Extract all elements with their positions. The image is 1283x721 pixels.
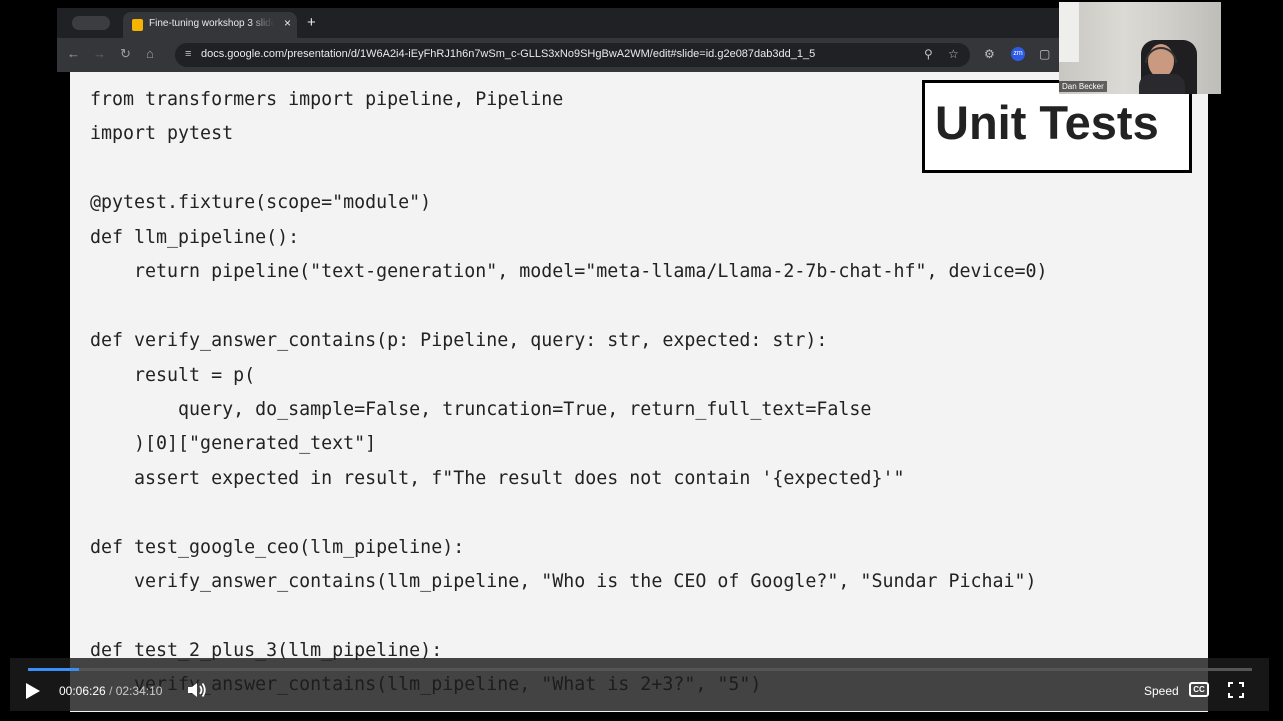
zoom-extension-icon[interactable]: zm [1011, 47, 1025, 61]
speed-button[interactable]: Speed [1144, 684, 1179, 698]
site-info-icon[interactable]: ≡ [185, 48, 191, 60]
code-block: from transformers import pipeline, Pipel… [90, 83, 1048, 703]
play-icon[interactable] [26, 683, 40, 699]
puzzle-icon[interactable]: ▢ [1039, 46, 1050, 62]
code-line: assert expected in result, f"The result … [90, 467, 905, 489]
code-line: verify_answer_contains(llm_pipeline, "Wh… [90, 571, 1037, 593]
browser-window: Fine-tuning workshop 3 slides × + ← → ↻ … [57, 8, 1060, 72]
reload-icon[interactable]: ↻ [120, 46, 131, 62]
zoom-icon[interactable]: ⚲ [924, 47, 933, 61]
webcam-name-label: Dan Becker [1059, 81, 1107, 92]
tab-close-icon[interactable]: × [284, 16, 291, 30]
code-line: query, do_sample=False, truncation=True,… [90, 398, 872, 420]
current-time: 00:06:26 [59, 684, 106, 698]
address-bar[interactable]: ≡ docs.google.com/presentation/d/1W6A2i4… [175, 43, 970, 67]
progress-bar[interactable] [28, 668, 1252, 671]
home-icon[interactable]: ⌂ [146, 46, 154, 62]
closed-captions-icon[interactable]: CC [1189, 682, 1209, 697]
slide-title: Unit Tests [935, 96, 1159, 149]
pinned-tab[interactable] [72, 16, 110, 30]
webcam-overlay: Dan Becker [1059, 2, 1221, 94]
forward-icon[interactable]: → [93, 46, 106, 62]
slides-favicon-icon [132, 19, 143, 31]
volume-icon[interactable] [186, 680, 208, 700]
back-icon[interactable]: ← [67, 46, 80, 62]
code-line: from transformers import pipeline, Pipel… [90, 89, 564, 110]
fullscreen-icon[interactable] [1228, 682, 1244, 698]
webcam-background [1059, 2, 1079, 62]
url-text[interactable]: docs.google.com/presentation/d/1W6A2i4-i… [201, 48, 815, 60]
slide-canvas: from transformers import pipeline, Pipel… [70, 72, 1208, 712]
code-line: def verify_answer_contains(p: Pipeline, … [90, 330, 828, 352]
tab-title: Fine-tuning workshop 3 slides [149, 18, 274, 29]
new-tab-button[interactable]: + [307, 15, 316, 31]
progress-fill [28, 668, 80, 671]
video-controls: 00:06:26 / 02:34:10 Speed CC [10, 658, 1269, 711]
code-line: def llm_pipeline(): [90, 226, 300, 248]
presenter-shirt [1139, 74, 1185, 94]
code-line: )[0]["generated_text"] [90, 433, 377, 455]
code-line: result = p( [90, 364, 256, 386]
duration: 02:34:10 [115, 684, 163, 698]
browser-toolbar: ← → ↻ ⌂ ≡ docs.google.com/presentation/d… [57, 38, 1060, 72]
time-separator: / [109, 684, 113, 698]
tab-slides[interactable]: Fine-tuning workshop 3 slides × [123, 12, 297, 38]
time-display: 00:06:26 / 02:34:10 [59, 684, 162, 698]
code-line: def test_google_ceo(llm_pipeline): [90, 536, 465, 558]
code-line: @pytest.fixture(scope="module") [90, 192, 432, 214]
extension-icon[interactable]: ⚙ [984, 46, 995, 62]
code-line: return pipeline("text-generation", model… [90, 261, 1048, 283]
code-line: import pytest [90, 123, 234, 145]
bookmark-star-icon[interactable]: ☆ [948, 47, 959, 61]
tab-strip: Fine-tuning workshop 3 slides × + [57, 8, 1060, 38]
